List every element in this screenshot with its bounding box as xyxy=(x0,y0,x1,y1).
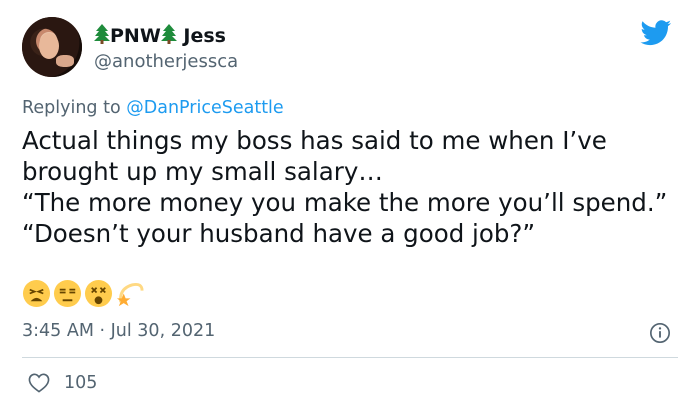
evergreen-tree-icon xyxy=(94,24,110,47)
display-name-part2: Jess xyxy=(183,25,226,47)
replying-prefix: Replying to xyxy=(22,98,121,118)
emoji-row xyxy=(22,279,144,313)
replying-to: Replying to @DanPriceSeattle xyxy=(22,97,284,119)
tweet-line: Actual things my boss has said to me whe… xyxy=(22,126,607,186)
like-action[interactable]: 105 xyxy=(28,372,97,394)
avatar-face xyxy=(39,33,59,59)
info-icon[interactable] xyxy=(649,322,671,344)
display-name-part1: PNW xyxy=(110,25,161,47)
avatar[interactable] xyxy=(22,17,82,77)
divider xyxy=(22,357,678,358)
heart-icon[interactable] xyxy=(28,373,50,393)
tired-face-emoji xyxy=(22,279,51,308)
tweet-line: “The more money you make the more you’ll… xyxy=(22,188,668,217)
unamused-face-emoji xyxy=(53,279,82,308)
user-handle[interactable]: @anotherjessca xyxy=(94,51,238,73)
twitter-bird-icon[interactable] xyxy=(640,20,672,46)
tweet-text: Actual things my boss has said to me whe… xyxy=(22,125,682,249)
dizzy-face-emoji xyxy=(84,279,113,308)
display-name[interactable]: PNW Jess xyxy=(94,24,226,47)
tweet-line: “Doesn’t your husband have a good job?” xyxy=(22,219,536,248)
dizzy-star-emoji xyxy=(115,279,144,308)
mention-link[interactable]: @DanPriceSeattle xyxy=(126,98,283,118)
like-count: 105 xyxy=(64,373,98,393)
tweet-card: PNW Jess @anotherjessca Replying to @Dan… xyxy=(0,0,700,412)
avatar-hand xyxy=(56,55,74,67)
evergreen-tree-icon xyxy=(160,24,177,47)
tweet-timestamp[interactable]: 3:45 AM · Jul 30, 2021 xyxy=(22,320,215,342)
